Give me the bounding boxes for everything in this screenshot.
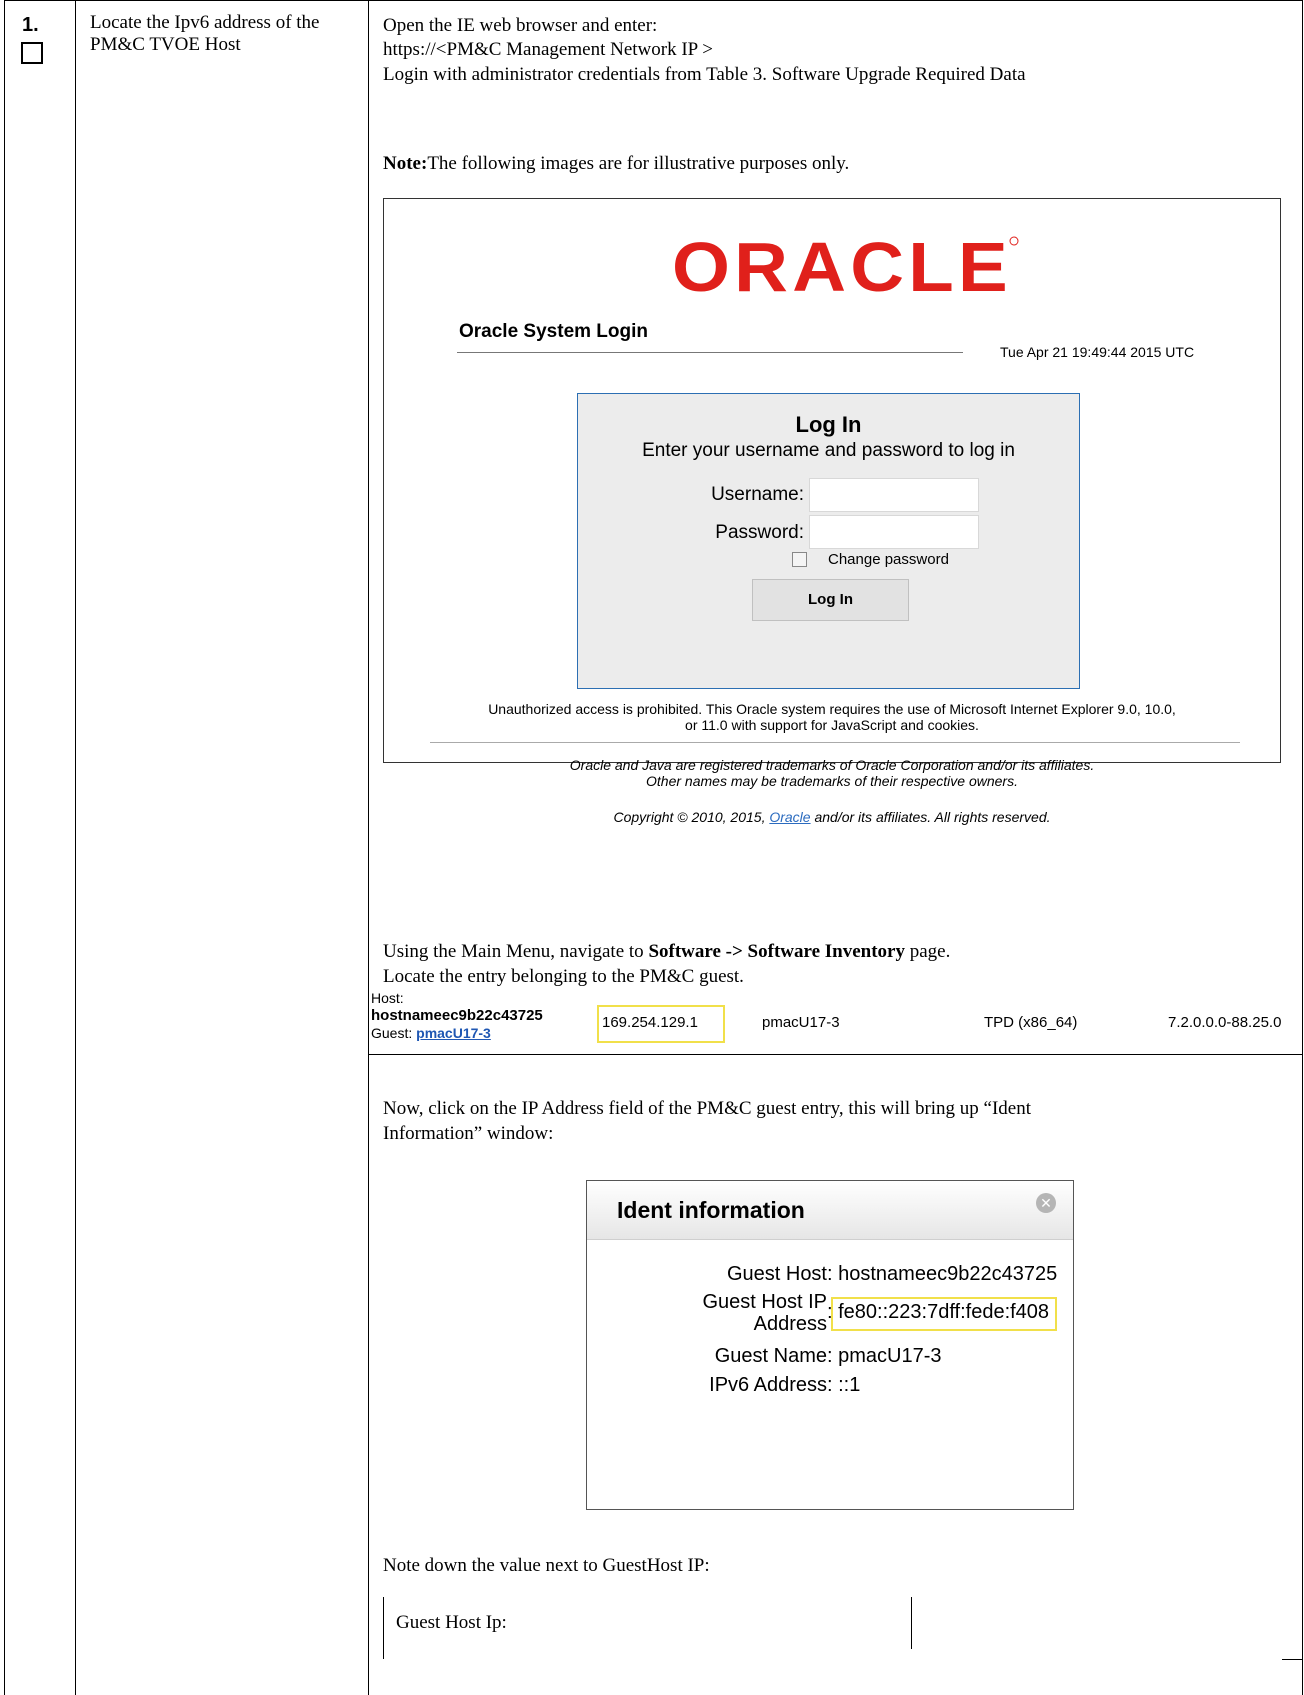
record-field-right-border bbox=[911, 1597, 912, 1649]
record-field-tick bbox=[1282, 1659, 1302, 1660]
oracle-logo: ORACLE bbox=[672, 228, 1019, 306]
navigate-pre: Using the Main Menu, navigate to bbox=[383, 941, 649, 962]
open-browser-text: Open the IE web browser and enter: bbox=[383, 15, 658, 36]
table-left-border bbox=[4, 0, 5, 1695]
trademark-line2: Other names may be trademarks of their r… bbox=[646, 773, 1018, 789]
guest-host-text: hostnameec9b22c43725 bbox=[838, 1263, 1058, 1285]
password-label: Password: bbox=[715, 522, 804, 543]
note-down-instruction: Note down the value next to GuestHost IP… bbox=[383, 1555, 710, 1576]
navigate-post: page. bbox=[905, 941, 951, 962]
trademark-line1: Oracle and Java are registered trademark… bbox=[569, 757, 1095, 773]
inventory-guest-link[interactable]: pmacU17-3 bbox=[416, 1025, 491, 1041]
change-password-checkbox[interactable] bbox=[792, 552, 807, 567]
login-instruction-text: Login with administrator credentials fro… bbox=[383, 64, 1026, 85]
navigate-instruction: Using the Main Menu, navigate to Softwar… bbox=[383, 940, 950, 964]
guest-host-ip-key-line2: Address bbox=[753, 1313, 827, 1335]
row-divider bbox=[368, 1054, 1303, 1055]
locate-entry-text: Locate the entry belonging to the PM&C g… bbox=[383, 966, 744, 987]
inventory-version: 7.2.0.0.0-88.25.0 bbox=[1168, 1014, 1282, 1031]
note-paragraph: Note:The following images are for illust… bbox=[383, 152, 849, 176]
guest-host-value: : hostnameec9b22c43725 bbox=[827, 1263, 1058, 1285]
change-password-label: Change password bbox=[828, 551, 949, 568]
step-number: 1. bbox=[22, 14, 39, 36]
click-instruction-line2: Information” window: bbox=[383, 1123, 554, 1144]
table-top-border bbox=[4, 0, 1303, 1]
guest-name-key: Guest Name bbox=[714, 1345, 827, 1367]
url-text: https://<PM&C Management Network IP > bbox=[383, 39, 713, 60]
guest-host-key: Guest Host bbox=[726, 1263, 827, 1285]
record-field-left-border bbox=[383, 1597, 384, 1659]
click-instruction-line1: Now, click on the IP Address field of th… bbox=[383, 1098, 1032, 1119]
login-screenshot: ORACLE Oracle System Login Tue Apr 21 19… bbox=[383, 198, 1281, 825]
navigate-path: Software -> Software Inventory bbox=[648, 941, 905, 962]
inventory-platform: TPD (x86_64) bbox=[984, 1014, 1078, 1031]
login-form-title: Log In bbox=[795, 412, 862, 437]
footer-divider bbox=[430, 742, 1240, 743]
inventory-name: pmacU17-3 bbox=[762, 1014, 840, 1031]
svg-text:ORACLE: ORACLE bbox=[672, 228, 1012, 306]
table-right-border bbox=[1302, 0, 1303, 1695]
guest-name-value: : pmacU17-3 bbox=[827, 1345, 942, 1367]
guest-name-text: pmacU17-3 bbox=[838, 1345, 942, 1367]
close-icon[interactable]: ✕ bbox=[1036, 1193, 1056, 1213]
step-checkbox[interactable] bbox=[21, 42, 43, 64]
ipv6-address-key: IPv6 Address bbox=[709, 1374, 827, 1396]
inventory-guest-cell: Guest: pmacU17-3 bbox=[371, 1025, 491, 1041]
username-label: Username: bbox=[711, 484, 804, 505]
copyright-suffix: and/or its affiliates. All rights reserv… bbox=[810, 809, 1051, 825]
column-divider-1 bbox=[75, 0, 76, 1695]
login-timestamp: Tue Apr 21 19:49:44 2015 UTC bbox=[1000, 344, 1195, 360]
oracle-link[interactable]: Oracle bbox=[769, 809, 810, 825]
guest-host-ip-field-label: Guest Host Ip: bbox=[396, 1612, 507, 1633]
title-divider bbox=[457, 352, 963, 353]
login-form-subtitle: Enter your username and password to log … bbox=[642, 440, 1015, 461]
inventory-host-name: hostnameec9b22c43725 bbox=[371, 1007, 543, 1024]
guest-host-ip-key: Guest Host IP bbox=[702, 1291, 828, 1313]
access-warning-line1: Unauthorized access is prohibited. This … bbox=[488, 701, 1176, 717]
guest-host-ip-text: fe80::223:7dff:fede:f408 bbox=[838, 1301, 1050, 1323]
guest-host-ip-value: : fe80::223:7dff:fede:f408 bbox=[827, 1301, 1050, 1323]
ipv6-address-text: ::1 bbox=[838, 1374, 861, 1396]
ipv6-address-value: : ::1 bbox=[827, 1374, 861, 1396]
column-divider-2 bbox=[368, 0, 369, 1695]
inventory-guest-label: Guest: bbox=[371, 1025, 417, 1041]
login-button[interactable]: Log In bbox=[752, 579, 909, 621]
login-page-title: Oracle System Login bbox=[459, 321, 649, 342]
inventory-host-label: Host: bbox=[371, 990, 404, 1006]
access-warning-line2: or 11.0 with support for JavaScript and … bbox=[685, 717, 979, 733]
username-input[interactable] bbox=[809, 478, 979, 512]
ident-dialog-title: Ident information bbox=[617, 1197, 805, 1223]
note-text: The following images are for illustrativ… bbox=[427, 153, 850, 174]
login-form: Log In Enter your username and password … bbox=[577, 393, 1080, 689]
copyright-prefix: Copyright © 2010, 2015, bbox=[613, 809, 770, 825]
step-description: Locate the Ipv6 address of the PM&C TVOE… bbox=[90, 12, 320, 55]
inventory-ip[interactable]: 169.254.129.1 bbox=[602, 1014, 698, 1031]
ident-dialog: Ident information ✕ Guest Host : hostnam… bbox=[586, 1180, 1074, 1510]
note-label: Note: bbox=[383, 153, 428, 174]
copyright-text: Copyright © 2010, 2015, Oracle and/or it… bbox=[384, 809, 1280, 825]
password-input[interactable] bbox=[809, 515, 979, 549]
